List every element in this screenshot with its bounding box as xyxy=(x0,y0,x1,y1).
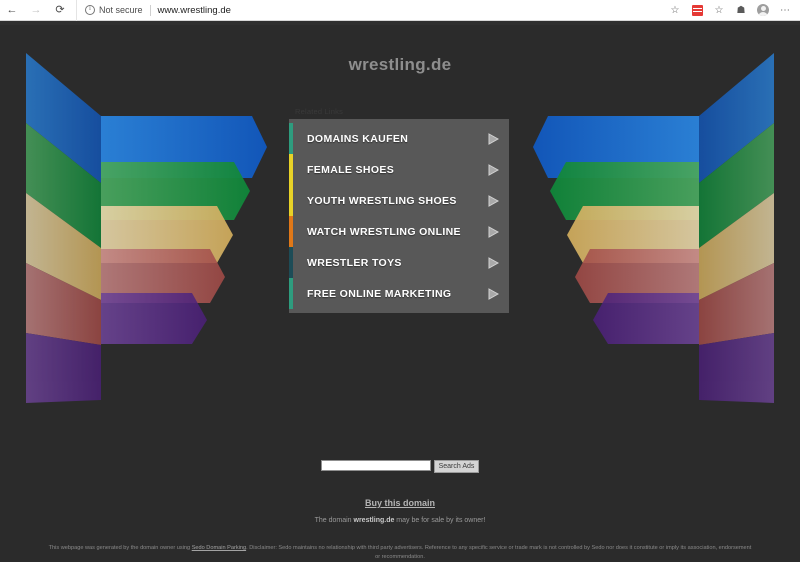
related-link-item[interactable]: WRESTLER TOYS xyxy=(289,247,509,278)
related-link-label: DOMAINS KAUFEN xyxy=(307,133,488,145)
accent-0 xyxy=(289,123,293,154)
accent-1 xyxy=(289,154,293,185)
related-links-label: Related Links xyxy=(289,107,509,116)
accent-4 xyxy=(289,247,293,278)
accent-5 xyxy=(289,278,293,309)
browser-toolbar: ← → ⟳ Not secure www.wrestling.de ☆ ☆ ☗ … xyxy=(0,0,800,21)
collections-icon[interactable]: ☗ xyxy=(730,0,752,21)
chevron-right-icon xyxy=(488,133,499,145)
related-link-item[interactable]: YOUTH WRESTLING SHOES xyxy=(289,185,509,216)
related-links-panel: DOMAINS KAUFEN FEMALE SHOES YOUTH WRESTL… xyxy=(289,119,509,313)
chevron-right-icon xyxy=(488,164,499,176)
accent-3 xyxy=(289,216,293,247)
extension-icon[interactable] xyxy=(686,0,708,21)
sale-note-domain: wrestling.de xyxy=(354,517,395,524)
related-links-section: Related Links DOMAINS KAUFEN FEMALE SHOE… xyxy=(289,107,509,313)
url-text: www.wrestling.de xyxy=(158,5,231,16)
search-ads-form: Search Ads xyxy=(0,460,800,473)
chevron-right-icon xyxy=(488,195,499,207)
related-link-item[interactable]: DOMAINS KAUFEN xyxy=(289,123,509,154)
search-ads-button[interactable]: Search Ads xyxy=(434,460,480,473)
related-link-item[interactable]: FREE ONLINE MARKETING xyxy=(289,278,509,309)
related-link-item[interactable]: WATCH WRESTLING ONLINE xyxy=(289,216,509,247)
sedo-domain-parking-link[interactable]: Sedo Domain Parking xyxy=(192,545,246,551)
footer: Buy this domain The domain wrestling.de … xyxy=(0,493,800,562)
chevron-bands-graphic-left xyxy=(20,50,270,410)
related-link-label: WRESTLER TOYS xyxy=(307,257,488,269)
related-link-label: WATCH WRESTLING ONLINE xyxy=(307,226,488,238)
chevron-bands-graphic-right xyxy=(530,50,780,410)
disclaimer-part2: . Disclaimer: Sedo maintains no relation… xyxy=(246,545,751,560)
disclaimer-part1: This webpage was generated by the domain… xyxy=(49,545,192,551)
forward-arrow-icon[interactable]: → xyxy=(24,0,48,21)
sale-note-prefix: The domain xyxy=(315,517,354,524)
related-link-label: FEMALE SHOES xyxy=(307,164,488,176)
address-bar[interactable]: Not secure www.wrestling.de xyxy=(76,0,664,21)
search-input[interactable] xyxy=(321,460,431,471)
star-icon[interactable]: ☆ xyxy=(664,0,686,21)
for-sale-note: The domain wrestling.de may be for sale … xyxy=(0,517,800,524)
accent-2 xyxy=(289,185,293,216)
related-link-label: FREE ONLINE MARKETING xyxy=(307,288,488,300)
related-link-label: YOUTH WRESTLING SHOES xyxy=(307,195,488,207)
disclaimer-text: This webpage was generated by the domain… xyxy=(0,544,800,562)
back-arrow-icon[interactable]: ← xyxy=(0,0,24,21)
chevron-right-icon xyxy=(488,226,499,238)
sale-note-suffix: may be for sale by its owner! xyxy=(394,517,485,524)
favorites-star-icon[interactable]: ☆ xyxy=(708,0,730,21)
divider xyxy=(150,5,151,16)
profile-avatar-icon[interactable] xyxy=(752,0,774,21)
info-circle-icon xyxy=(85,5,95,15)
more-options-icon[interactable]: ⋯ xyxy=(774,0,796,21)
chevron-right-icon xyxy=(488,257,499,269)
reload-icon[interactable]: ⟳ xyxy=(48,0,72,21)
related-link-item[interactable]: FEMALE SHOES xyxy=(289,154,509,185)
parked-domain-page: wrestling.de xyxy=(0,25,800,562)
chevron-right-icon xyxy=(488,288,499,300)
toolbar-actions: ☆ ☆ ☗ ⋯ xyxy=(664,0,800,21)
accent-color-strip xyxy=(289,123,293,309)
security-status-label: Not secure xyxy=(99,5,143,15)
buy-this-domain-link[interactable]: Buy this domain xyxy=(365,498,435,508)
